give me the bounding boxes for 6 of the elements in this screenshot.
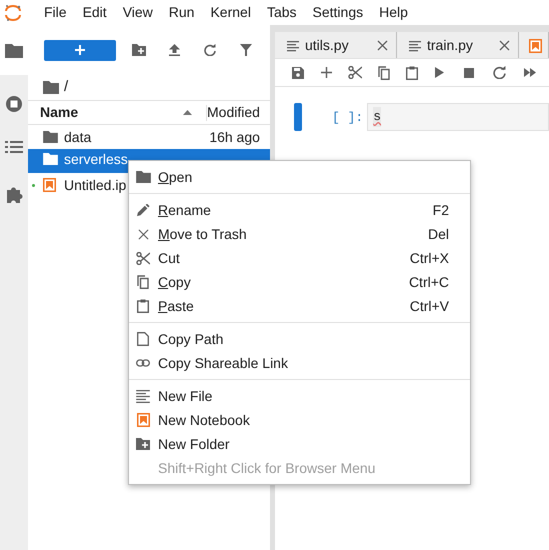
modified-time: 16h ago: [209, 128, 261, 147]
file-name: Untitled.ip: [64, 176, 126, 195]
cell-prompt: [ ]:: [332, 109, 364, 127]
file-name: data: [64, 128, 92, 146]
context-menu-item: Shift+Right Click for Browser Menu: [157, 458, 376, 478]
file-name: serverless: [64, 150, 128, 168]
